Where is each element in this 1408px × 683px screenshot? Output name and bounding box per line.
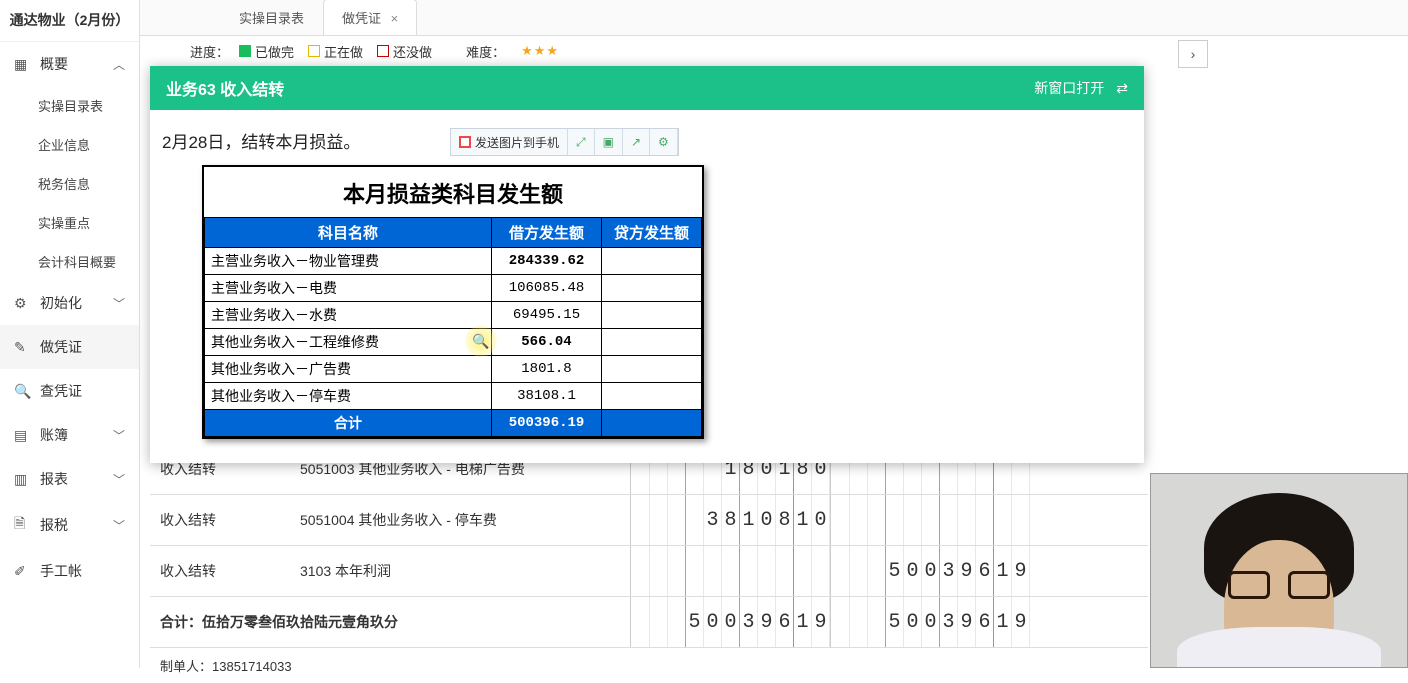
submenu-accounts[interactable]: 会计科目概要 — [0, 242, 139, 281]
tab-bar: 实操目录表 做凭证 × — [140, 0, 1408, 36]
th-subject: 科目名称 — [205, 218, 492, 248]
menu-label: 报税 — [40, 515, 68, 535]
grid-icon: ▦ — [14, 56, 32, 73]
th-credit: 贷方发生额 — [602, 218, 702, 248]
next-button[interactable]: › — [1178, 40, 1208, 68]
table-total-row: 合计500396.19 — [205, 410, 702, 437]
send-to-phone[interactable]: 发送图片到手机 — [451, 129, 568, 155]
tab-voucher[interactable]: 做凭证 × — [323, 0, 417, 35]
table-title: 本月损益类科目发生额 — [204, 167, 702, 217]
menu-manual[interactable]: ✐ 手工帐 — [0, 549, 139, 593]
menu-label: 手工帐 — [40, 561, 82, 581]
open-new-window[interactable]: 新窗口打开 — [1034, 78, 1104, 98]
avatar-glasses — [1224, 571, 1334, 601]
export-icon[interactable]: ↗ — [623, 129, 650, 155]
file-icon: 🗎 — [14, 513, 32, 537]
chevron-down-icon: ﹀ — [113, 427, 125, 444]
menu-label: 做凭证 — [40, 337, 82, 357]
table-row: 其他业务收入－停车费38108.1 — [205, 383, 702, 410]
chevron-down-icon: ﹀ — [113, 471, 125, 488]
debit-total: 50039619 — [630, 597, 830, 647]
table-row: 主营业务收入－电费106085.48 — [205, 275, 702, 302]
menu-search-voucher[interactable]: 🔍 查凭证 — [0, 369, 139, 413]
balance-table-card: 本月损益类科目发生额 科目名称 借方发生额 贷方发生额 主营业务收入－物业管理费… — [202, 165, 704, 439]
voucher-total-row: 合计：伍拾万零叁佰玖拾陆元壹角玖分 5003961950039619 — [150, 597, 1148, 648]
submenu-tax[interactable]: 税务信息 — [0, 164, 139, 203]
capture-icon — [459, 136, 471, 148]
instructor-video[interactable] — [1150, 473, 1408, 668]
balance-table: 科目名称 借方发生额 贷方发生额 主营业务收入－物业管理费284339.62 主… — [204, 217, 702, 437]
debit-cells[interactable] — [630, 546, 830, 596]
legend-todo: 还没做 — [377, 42, 432, 61]
menu-label: 初始化 — [40, 293, 82, 313]
menu-overview[interactable]: ▦ 概要 ︿ — [0, 42, 139, 86]
menu-make-voucher[interactable]: ✎ 做凭证 — [0, 325, 139, 369]
chevron-down-icon: ﹀ — [113, 517, 125, 534]
tab-label: 实操目录表 — [239, 11, 304, 26]
tab-catalog[interactable]: 实操目录表 — [220, 0, 323, 35]
modal-header: 业务63 收入结转 新窗口打开 ⇄ — [150, 66, 1144, 110]
task-modal: 业务63 收入结转 新窗口打开 ⇄ 2月28日，结转本月损益。 本月损益类科目发… — [150, 66, 1144, 463]
debit-cells[interactable]: 3810810 — [630, 495, 830, 545]
pencil-icon: ✎ — [14, 339, 32, 356]
progress-label: 进度： — [190, 42, 229, 61]
legend-done: 已做完 — [239, 42, 294, 61]
submenu-catalog[interactable]: 实操目录表 — [0, 86, 139, 125]
modal-body: 2月28日，结转本月损益。 本月损益类科目发生额 科目名称 借方发生额 贷方发生… — [150, 110, 1144, 463]
credit-cells[interactable] — [830, 495, 1030, 545]
table-row: 主营业务收入－物业管理费284339.62 — [205, 248, 702, 275]
avatar-shirt — [1177, 627, 1382, 668]
magnifier-cursor: 🔍 — [465, 325, 497, 357]
swap-icon[interactable]: ⇄ — [1116, 80, 1128, 97]
menu-taxfile[interactable]: 🗎 报税 ﹀ — [0, 501, 139, 549]
voucher-row[interactable]: 收入结转 3103 本年利润 50039619 — [150, 546, 1148, 597]
tab-label: 做凭证 — [342, 11, 381, 26]
th-debit: 借方发生额 — [492, 218, 602, 248]
gear-icon: ⚙ — [14, 295, 32, 312]
report-icon: ▥ — [14, 471, 32, 488]
menu-report[interactable]: ▥ 报表 ﹀ — [0, 457, 139, 501]
menu-label: 概要 — [40, 54, 68, 74]
sidebar: 通达物业（2月份） ▦ 概要 ︿ 实操目录表 企业信息 税务信息 实操重点 会计… — [0, 0, 140, 668]
swatch-yellow — [308, 45, 320, 57]
credit-total: 50039619 — [830, 597, 1030, 647]
voucher-grid: 收入结转 5051003 其他业务收入 - 电梯广告费 180180 收入结转 … — [150, 444, 1148, 683]
close-icon[interactable]: × — [391, 11, 399, 26]
pen-icon: ✐ — [14, 563, 32, 580]
modal-title: 业务63 收入结转 — [166, 76, 284, 100]
menu-label: 报表 — [40, 469, 68, 489]
expand-icon[interactable]: ⤢ — [568, 129, 595, 155]
settings-icon[interactable]: ⚙ — [650, 129, 678, 155]
menu-ledger[interactable]: ▤ 账簿 ﹀ — [0, 413, 139, 457]
swatch-red — [377, 45, 389, 57]
swatch-green — [239, 45, 251, 57]
menu-label: 查凭证 — [40, 381, 82, 401]
voucher-row[interactable]: 收入结转 5051004 其他业务收入 - 停车费 3810810 — [150, 495, 1148, 546]
credit-cells[interactable]: 50039619 — [830, 546, 1030, 596]
submenu-company[interactable]: 企业信息 — [0, 125, 139, 164]
table-row: 其他业务收入－广告费1801.8 — [205, 356, 702, 383]
chevron-up-icon: ︿ — [113, 56, 125, 73]
search-icon: 🔍 — [14, 383, 32, 400]
menu-label: 账簿 — [40, 425, 68, 445]
table-row: 其他业务收入－工程维修费566.04 — [205, 329, 702, 356]
sidebar-title: 通达物业（2月份） — [0, 0, 139, 42]
table-row: 主营业务收入－水费69495.15 — [205, 302, 702, 329]
chevron-down-icon: ﹀ — [113, 295, 125, 312]
progress-bar: 进度： 已做完 正在做 还没做 难度： ★★★ — [140, 36, 1408, 66]
difficulty-stars: ★★★ — [521, 43, 559, 59]
submenu-focus[interactable]: 实操重点 — [0, 203, 139, 242]
save-icon[interactable]: ▣ — [595, 129, 623, 155]
screenshot-toolbar: 发送图片到手机 ⤢ ▣ ↗ ⚙ — [450, 128, 679, 156]
maker-line: 制单人：13851714033 — [150, 648, 1148, 683]
book-icon: ▤ — [14, 427, 32, 444]
menu-init[interactable]: ⚙ 初始化 ﹀ — [0, 281, 139, 325]
difficulty-label: 难度： — [466, 42, 505, 61]
legend-doing: 正在做 — [308, 42, 363, 61]
